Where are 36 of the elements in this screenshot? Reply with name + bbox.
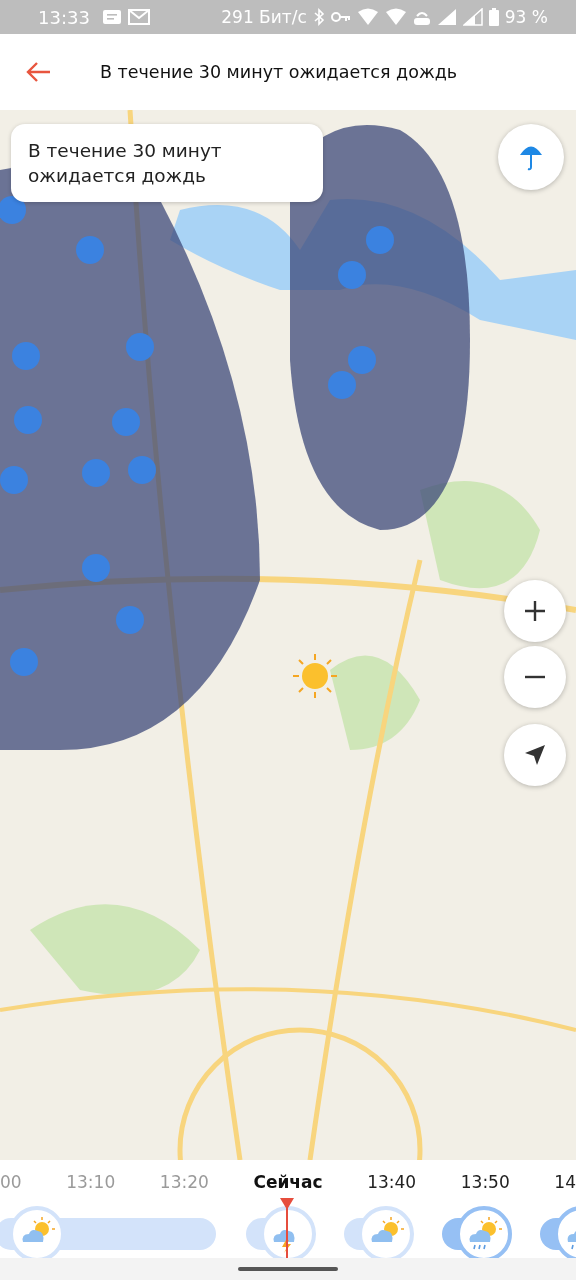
rain-marker — [0, 466, 28, 494]
rain-marker — [328, 371, 356, 399]
rain-callout: В течение 30 минут ожидается дождь — [11, 124, 323, 202]
status-time: 13:33 — [38, 6, 90, 28]
rain-marker — [10, 648, 38, 676]
rain-marker — [82, 554, 110, 582]
rain-marker — [82, 459, 110, 487]
header-title: В течение 30 минут ожидается дождь — [100, 62, 458, 82]
rain-marker — [338, 261, 366, 289]
rain-marker — [128, 456, 156, 484]
signal-icon — [462, 8, 483, 26]
rain-marker — [116, 606, 144, 634]
wifi-icon — [356, 8, 379, 26]
back-arrow-icon[interactable] — [26, 61, 52, 83]
network-speed: 291 Бит/с — [221, 7, 307, 27]
rain-marker — [76, 236, 104, 264]
sun-icon — [291, 652, 339, 700]
wifi-icon — [384, 8, 407, 26]
rain-marker — [12, 342, 40, 370]
home-handle[interactable] — [238, 1267, 338, 1271]
rain-marker — [14, 406, 42, 434]
plus-icon[interactable] — [524, 600, 546, 622]
navigation-arrow-icon[interactable] — [524, 744, 546, 766]
key-icon — [330, 11, 351, 23]
bluetooth-icon — [312, 8, 325, 26]
now-marker[interactable] — [280, 1198, 294, 1258]
rain-marker — [112, 408, 140, 436]
rain-marker — [366, 226, 394, 254]
rain-marker — [126, 333, 154, 361]
battery-icon — [488, 8, 499, 26]
notification-icon — [101, 9, 122, 25]
battery-level: 93 % — [504, 7, 548, 27]
rain-marker — [0, 196, 26, 224]
signal-icon — [436, 8, 457, 26]
mail-icon — [127, 9, 150, 25]
rain-marker — [348, 346, 376, 374]
